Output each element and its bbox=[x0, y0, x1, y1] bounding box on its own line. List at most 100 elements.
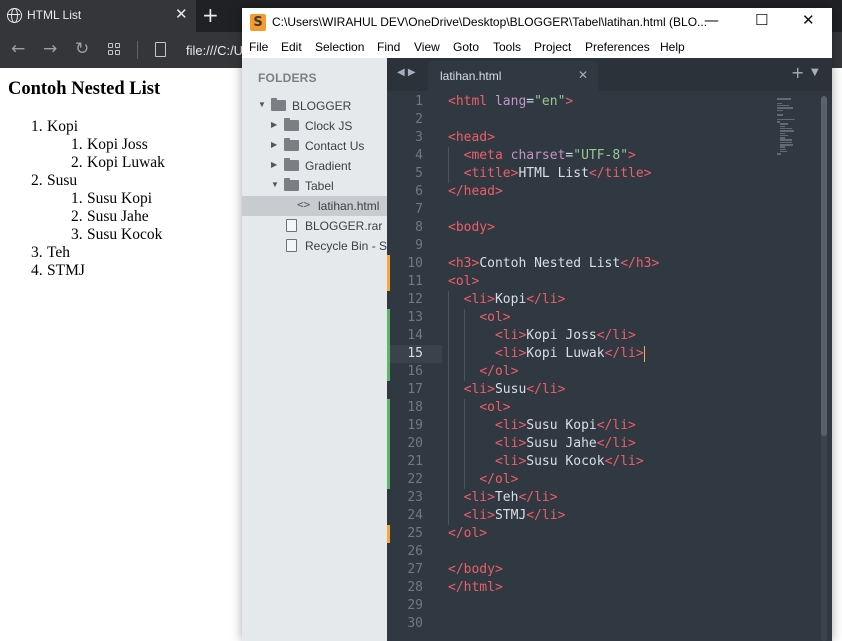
sidebar-item-blogger-rar[interactable]: BLOGGER.rar bbox=[242, 216, 387, 236]
editor-tab-latihan[interactable]: latihan.html ✕ bbox=[428, 61, 598, 91]
apps-grid-icon[interactable] bbox=[108, 43, 121, 56]
sidebar-item-tabel[interactable]: ▼ Tabel bbox=[242, 176, 387, 196]
code-line[interactable]: <li>Kopi Joss</li> bbox=[448, 327, 636, 345]
code-line[interactable]: </ol> bbox=[448, 363, 518, 381]
line-number: 10 bbox=[407, 256, 423, 271]
folder-icon bbox=[284, 158, 299, 171]
code-line[interactable]: </html> bbox=[448, 579, 503, 597]
line-number: 25 bbox=[407, 526, 423, 541]
line-number: 4 bbox=[415, 148, 423, 163]
menu-tools[interactable]: Tools bbox=[493, 40, 521, 54]
folder-icon bbox=[284, 118, 299, 131]
collapse-arrow-icon[interactable]: ▶ bbox=[271, 120, 277, 129]
list-item-number: 2. bbox=[71, 154, 83, 171]
sidebar-item-recycle-bin-sh[interactable]: Recycle Bin - Sh bbox=[242, 236, 387, 256]
scrollbar-thumb[interactable] bbox=[821, 96, 827, 436]
close-window-button[interactable]: ✕ bbox=[802, 11, 815, 29]
sidebar-item-contact-us[interactable]: ▶ Contact Us bbox=[242, 136, 387, 156]
minimap-line bbox=[780, 127, 792, 130]
line-number: 15 bbox=[407, 346, 423, 361]
line-number: 21 bbox=[407, 454, 423, 469]
line-number: 3 bbox=[415, 130, 423, 145]
expand-arrow-icon[interactable]: ▼ bbox=[271, 180, 279, 189]
code-line[interactable]: <li>Teh</li> bbox=[448, 489, 558, 507]
line-number: 5 bbox=[415, 166, 423, 181]
list-item-number: 3. bbox=[31, 244, 43, 261]
menu-find[interactable]: Find bbox=[377, 40, 400, 54]
list-item: 1. Kopi 1. Kopi Joss 2. Kopi Luwak bbox=[31, 118, 165, 172]
code-line[interactable]: <head> bbox=[448, 129, 495, 147]
reload-icon[interactable]: ↻ bbox=[75, 39, 89, 59]
indent-guide bbox=[464, 309, 465, 381]
code-line[interactable]: <ol> bbox=[448, 273, 479, 291]
line-number: 20 bbox=[407, 436, 423, 451]
code-line[interactable]: </ol> bbox=[448, 525, 487, 543]
editor-window-title: C:\Users\WIRAHUL DEV\OneDrive\Desktop\BL… bbox=[272, 15, 708, 29]
code-line[interactable]: </ol> bbox=[448, 471, 518, 489]
list-item: 3. Teh bbox=[31, 244, 165, 262]
editor-pane: ◀ ▶ latihan.html ✕ + ▼ 1 2 3 4 5 6 7 8 9 10 11 12 13… bbox=[387, 58, 832, 641]
menu-preferences[interactable]: Preferences bbox=[585, 40, 650, 54]
code-file-icon: <> bbox=[297, 198, 311, 211]
menu-edit[interactable]: Edit bbox=[281, 40, 302, 54]
code-line[interactable]: </body> bbox=[448, 561, 503, 579]
code-line[interactable]: <body> bbox=[448, 219, 495, 237]
code-line[interactable]: <li>Susu Kocok</li> bbox=[448, 453, 644, 471]
line-number: 1 bbox=[415, 94, 423, 109]
code-line[interactable]: <html lang="en"> bbox=[448, 93, 573, 111]
code-line[interactable]: <li>Susu Kopi</li> bbox=[448, 417, 636, 435]
code-line[interactable]: <ol> bbox=[448, 309, 510, 327]
sidebar-item-blogger[interactable]: ▼ BLOGGER bbox=[242, 96, 387, 116]
address-bar[interactable]: file:///C:/U bbox=[186, 43, 243, 58]
line-number: 22 bbox=[407, 472, 423, 487]
minimize-button[interactable]: — bbox=[704, 11, 719, 29]
line-number: 28 bbox=[407, 580, 423, 595]
code-line[interactable]: <li>STMJ</li> bbox=[448, 507, 566, 525]
menu-goto[interactable]: Goto bbox=[453, 40, 479, 54]
sidebar-item-label: BLOGGER bbox=[292, 99, 352, 113]
collapse-arrow-icon[interactable]: ▶ bbox=[271, 160, 277, 169]
editor-tab-close-icon[interactable]: ✕ bbox=[578, 68, 588, 82]
maximize-button[interactable]: ☐ bbox=[755, 11, 768, 29]
new-tab-plus-icon[interactable]: + bbox=[791, 63, 804, 82]
minimap-line bbox=[777, 118, 795, 121]
menu-help[interactable]: Help bbox=[660, 40, 685, 54]
sidebar-item-gradient[interactable]: ▶ Gradient bbox=[242, 156, 387, 176]
list-item-number: 1. bbox=[31, 118, 43, 135]
code-line[interactable]: <li>Susu</li> bbox=[448, 381, 566, 399]
code-area[interactable]: <html lang="en"> <head> <meta charset="UT… bbox=[448, 91, 818, 641]
code-line[interactable]: <meta charset="UTF-8"> bbox=[448, 147, 636, 165]
collapse-arrow-icon[interactable]: ▶ bbox=[271, 140, 277, 149]
vertical-scrollbar[interactable] bbox=[821, 96, 827, 641]
tab-close-icon[interactable]: ✕ bbox=[175, 5, 188, 23]
code-line[interactable]: <li>Kopi</li> bbox=[448, 291, 566, 309]
page-info-icon[interactable] bbox=[155, 42, 166, 57]
nested-list-item: 2. Susu Jahe bbox=[71, 208, 165, 226]
back-icon[interactable]: ← bbox=[11, 39, 25, 59]
tab-dropdown-icon[interactable]: ▼ bbox=[811, 67, 819, 78]
expand-arrow-icon[interactable]: ▼ bbox=[258, 100, 266, 109]
minimap[interactable] bbox=[777, 98, 817, 158]
menu-selection[interactable]: Selection bbox=[315, 40, 364, 54]
list-item-number: 4. bbox=[31, 262, 43, 279]
code-line[interactable]: <li>Kopi Luwak</li> bbox=[448, 345, 646, 363]
tab-nav-arrows-icon[interactable]: ◀ ▶ bbox=[397, 67, 416, 78]
forward-icon[interactable]: → bbox=[43, 39, 57, 59]
minimap-line bbox=[780, 130, 794, 132]
sidebar-item-clock-js[interactable]: ▶ Clock JS bbox=[242, 116, 387, 136]
browser-tab[interactable]: HTML List ✕ bbox=[0, 0, 196, 32]
menu-project[interactable]: Project bbox=[534, 40, 571, 54]
line-number: 16 bbox=[407, 364, 423, 379]
code-line[interactable]: </head> bbox=[448, 183, 503, 201]
code-line[interactable]: <li>Susu Jahe</li> bbox=[448, 435, 636, 453]
menu-file[interactable]: File bbox=[249, 40, 268, 54]
code-line[interactable]: <title>HTML List</title> bbox=[448, 165, 652, 183]
sidebar-item-latihan-html[interactable]: <> latihan.html bbox=[242, 196, 387, 216]
minimap-line bbox=[777, 107, 793, 109]
menu-view[interactable]: View bbox=[414, 40, 440, 54]
new-tab-button[interactable]: + bbox=[202, 3, 219, 27]
list-item-number: 1. bbox=[71, 190, 83, 207]
code-line[interactable]: <h3>Contoh Nested List</h3> bbox=[448, 255, 659, 273]
line-gutter: 1 2 3 4 5 6 7 8 9 10 11 12 13 14 15 16 17 18 19 20 21 22 23 24 2… bbox=[387, 91, 442, 641]
code-line[interactable]: <ol> bbox=[448, 399, 510, 417]
